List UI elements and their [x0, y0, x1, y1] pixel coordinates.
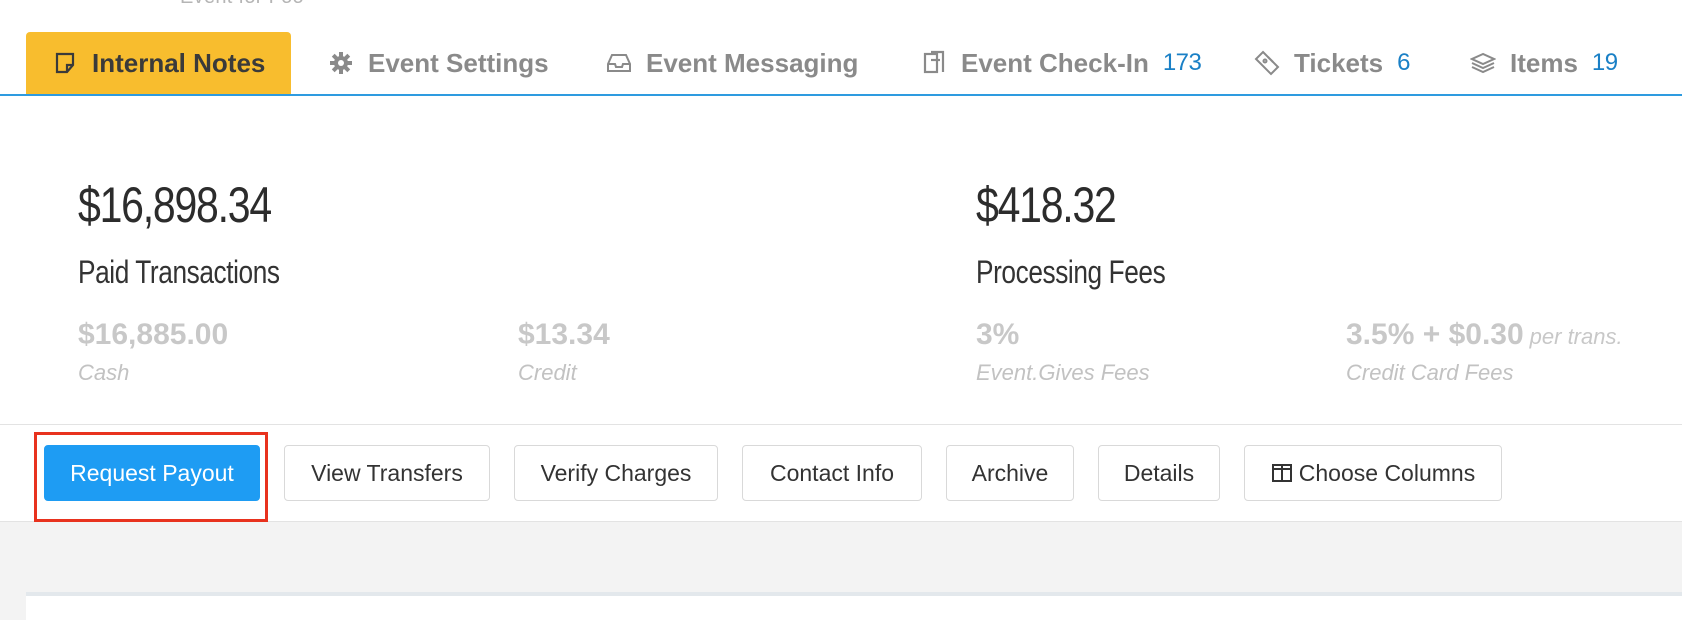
credit-card-fee-amount: 3.5% + $0.30 — [1346, 318, 1524, 351]
per-transaction-suffix: per trans. — [1529, 324, 1623, 349]
credit-value: $13.34 — [518, 318, 610, 351]
action-bar: Request Payout View Transfers Verify Cha… — [0, 424, 1682, 522]
content-card — [26, 592, 1682, 636]
choose-columns-button[interactable]: Choose Columns — [1244, 445, 1502, 501]
tab-label: Event Settings — [368, 47, 549, 78]
layers-icon — [1470, 50, 1496, 76]
tab-count: 19 — [1591, 49, 1618, 76]
inbox-icon — [606, 50, 632, 76]
tab-tickets[interactable]: Tickets 6 — [1228, 32, 1436, 94]
gear-icon — [328, 50, 354, 76]
tab-label: Internal Notes — [92, 47, 266, 78]
tab-count: 6 — [1397, 49, 1410, 76]
tab-event-settings[interactable]: Event Settings — [302, 32, 575, 94]
tab-event-check-in[interactable]: Event Check-In 173 — [895, 32, 1227, 94]
tab-internal-notes[interactable]: Internal Notes — [26, 32, 292, 94]
tab-label: Event Messaging — [646, 47, 859, 78]
view-transfers-button[interactable]: View Transfers — [284, 445, 490, 501]
credit-card-fee-label: Credit Card Fees — [1346, 360, 1514, 385]
paid-transactions-label: Paid Transactions — [78, 254, 280, 290]
credit-label: Credit — [518, 360, 577, 385]
processing-fees-label: Processing Fees — [976, 254, 1166, 290]
tab-label: Items — [1510, 47, 1578, 78]
tab-event-messaging[interactable]: Event Messaging — [580, 32, 884, 94]
note-icon — [52, 50, 78, 76]
paid-transactions-total: $16,898.34 — [78, 177, 272, 233]
verify-charges-button[interactable]: Verify Charges — [514, 445, 718, 501]
eventgives-fee-label: Event.Gives Fees — [976, 360, 1150, 385]
tab-items[interactable]: Items 19 — [1444, 32, 1644, 94]
tab-bar: Internal Notes Event Settings Event Mess… — [0, 32, 1682, 96]
cash-label: Cash — [78, 360, 130, 385]
tab-label: Tickets — [1294, 47, 1384, 78]
archive-button[interactable]: Archive — [946, 445, 1074, 501]
ticket-icon — [1254, 50, 1280, 76]
processing-fees-total: $418.32 — [976, 177, 1117, 233]
cash-value: $16,885.00 — [78, 318, 229, 351]
details-button[interactable]: Details — [1098, 445, 1220, 501]
columns-icon — [1271, 463, 1293, 483]
request-payout-button[interactable]: Request Payout — [44, 445, 260, 501]
eventgives-fee-value: 3% — [976, 318, 1020, 351]
credit-card-fee-value: 3.5% + $0.30 per trans. — [1346, 318, 1623, 352]
contact-info-button[interactable]: Contact Info — [742, 445, 922, 501]
choose-columns-label: Choose Columns — [1298, 459, 1476, 486]
clipboard-icon — [921, 50, 947, 76]
tab-label: Event Check-In — [961, 47, 1149, 78]
page-title-fragment: Event for Foo — [180, 0, 304, 9]
tab-count: 173 — [1162, 49, 1202, 76]
